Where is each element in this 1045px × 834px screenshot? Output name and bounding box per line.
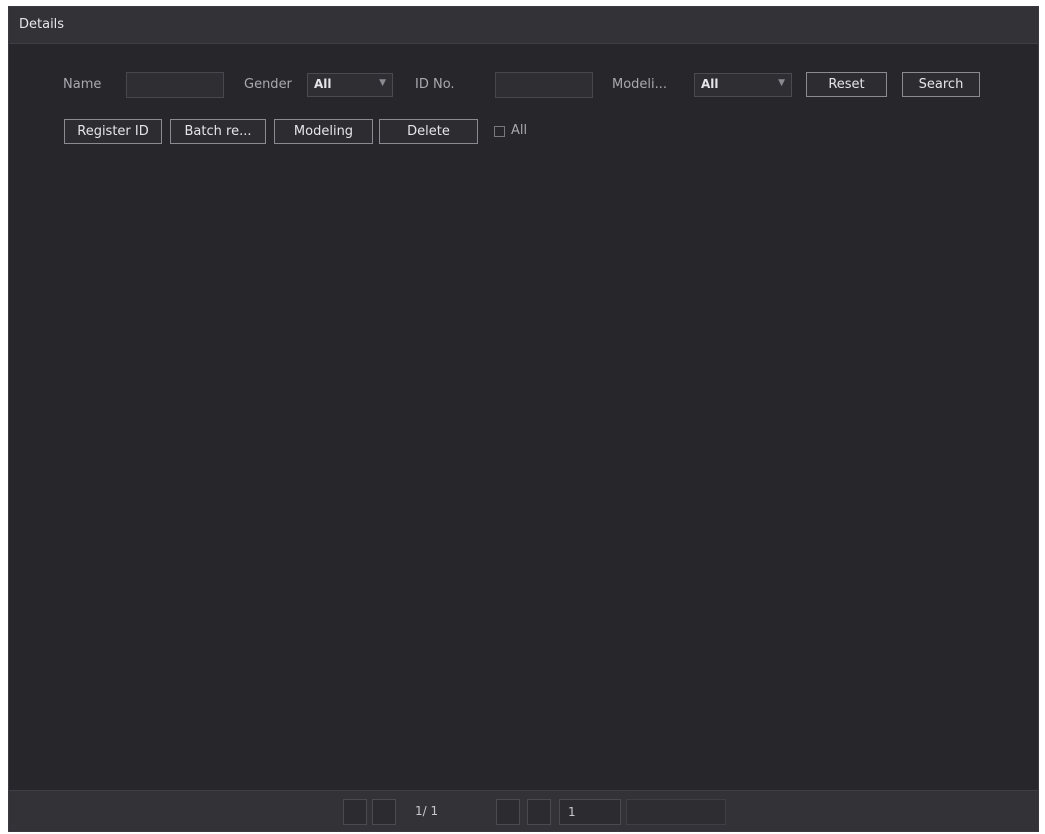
title-bar: Details [9,7,1038,44]
id-no-label: ID No. [415,77,455,92]
register-id-button[interactable]: Register ID [64,119,162,144]
next-page-icon[interactable] [496,799,520,825]
search-button[interactable]: Search [902,72,980,97]
modeling-select-value: All [701,77,719,91]
goto-page-input[interactable]: 1 [559,799,621,825]
modeling-button[interactable]: Modeling [274,119,373,144]
window-title: Details [19,17,65,32]
first-page-icon[interactable] [343,799,367,825]
batch-register-button[interactable]: Batch re... [170,119,266,144]
name-input[interactable] [126,72,224,98]
modeling-select[interactable]: All ▼ [694,73,792,97]
last-page-icon[interactable] [527,799,551,825]
chevron-down-icon: ▼ [379,78,386,88]
modeling-filter-label: Modeli... [612,77,668,92]
select-all-label: All [511,123,528,138]
page-indicator: 1/ 1 [415,804,439,818]
gender-select-value: All [314,77,332,91]
name-label: Name [63,77,102,92]
chevron-down-icon: ▼ [778,78,785,88]
details-window: Details Name Gender All ▼ ID No. Modeli.… [8,6,1039,832]
select-all-checkbox[interactable] [494,126,505,137]
pagination-bar: 1/ 1 1 [9,790,1038,831]
reset-button[interactable]: Reset [806,72,887,97]
gender-label: Gender [244,77,292,92]
prev-page-icon[interactable] [372,799,396,825]
goto-page-button[interactable] [626,799,726,825]
gender-select[interactable]: All ▼ [307,73,393,97]
delete-button[interactable]: Delete [379,119,478,144]
id-no-input[interactable] [495,72,593,98]
